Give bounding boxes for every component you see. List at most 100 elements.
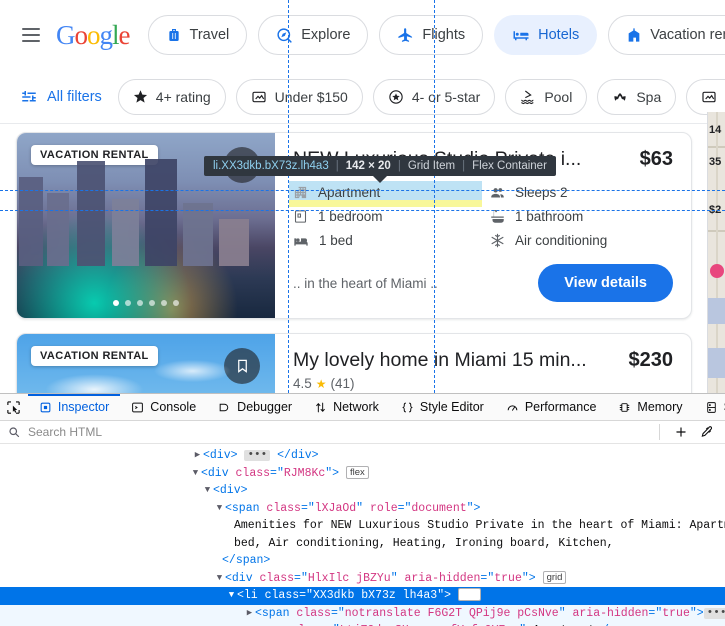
people-icon (490, 185, 505, 200)
markup-line[interactable]: </span> (0, 552, 725, 570)
collapse-arrow-icon[interactable]: ▼ (214, 500, 225, 518)
tag-name: li (244, 589, 258, 602)
amenity-air-conditioning: Air conditioning (490, 231, 673, 250)
filter-chip-label: 4+ rating (156, 89, 211, 105)
markup-line[interactable]: ▼<span class="lXJaOd" role="document"> (0, 500, 725, 518)
tag-name: span (232, 502, 260, 515)
save-listing-button[interactable] (224, 348, 260, 384)
attribute-name: class (236, 467, 271, 480)
tab-storage[interactable]: Storage (694, 394, 725, 420)
main-menu-icon[interactable] (12, 16, 50, 54)
network-icon (314, 401, 327, 414)
markup-line[interactable]: ▶<span class="notranslate F6G2T QPij9e p… (0, 605, 725, 623)
photo-carousel-dots[interactable] (17, 300, 275, 306)
text-content: bed, Air conditioning, Heating, Ironing … (234, 537, 614, 550)
filter-chip-spa[interactable]: Spa (597, 79, 676, 115)
google-logo[interactable]: Google (56, 20, 130, 51)
tab-memory[interactable]: Memory (607, 394, 693, 420)
storage-icon (705, 401, 718, 414)
filter-chip-price-range[interactable]: Price (686, 79, 725, 115)
markup-line[interactable]: ▼<div> (0, 482, 725, 500)
html-markup-tree[interactable]: ▶<div> ••• </div> ▼<div class="RJM8Kc"> … (0, 444, 725, 626)
amenity-bedrooms: 1 bedroom (293, 207, 476, 226)
amenity-sleeps: Sleeps 2 (490, 183, 673, 202)
amenity-label: 1 bed (319, 233, 353, 248)
grid-badge[interactable]: grid (543, 571, 567, 584)
infobar-arrow (373, 176, 387, 183)
map-price-label: 35 (709, 156, 721, 168)
markup-line-selected[interactable]: ▼<li class="XX3dkb bX73z lh4a3"> flex (0, 587, 725, 605)
plus-icon[interactable] (671, 422, 691, 442)
collapsed-children-icon[interactable]: ••• (704, 608, 725, 619)
flex-badge[interactable]: flex (458, 588, 481, 601)
collapse-arrow-icon[interactable]: ▼ (190, 465, 201, 483)
amenity-label: Sleeps 2 (515, 185, 568, 200)
nav-chip-group: Travel Explore Flights Hotels Vacation r… (148, 15, 725, 55)
tab-network[interactable]: Network (303, 394, 390, 420)
collapse-arrow-icon[interactable]: ▼ (226, 587, 237, 605)
tab-style-editor[interactable]: Style Editor (390, 394, 495, 420)
listing-title[interactable]: My lovely home in Miami 15 min... (293, 348, 587, 372)
filter-chip-pool[interactable]: Pool (505, 79, 587, 115)
listing-photo[interactable]: VACATION RENTAL (17, 334, 275, 393)
attribute-name: class (265, 589, 300, 602)
map-marker-pin[interactable] (710, 264, 724, 278)
view-details-button[interactable]: View details (538, 264, 673, 302)
filter-bar: All filters 4+ rating Under $150 4- or 5… (0, 70, 725, 124)
map-price-label: $2 (709, 204, 721, 216)
filter-chip-rating[interactable]: 4+ rating (118, 79, 226, 115)
nav-chip-explore[interactable]: Explore (258, 15, 368, 55)
search-input[interactable] (26, 424, 648, 440)
markup-line[interactable]: ▶<div> ••• </div> (0, 447, 725, 465)
markup-text-node[interactable]: bed, Air conditioning, Heating, Ironing … (0, 535, 725, 553)
bookmark-icon (235, 357, 250, 375)
search-icon (8, 426, 20, 438)
tab-console[interactable]: Console (120, 394, 207, 420)
filter-chip-hotel-class[interactable]: 4- or 5-star (373, 79, 495, 115)
tab-inspector[interactable]: Inspector (28, 394, 120, 420)
filter-chip-label: Under $150 (275, 89, 348, 105)
flex-badge[interactable]: flex (346, 466, 369, 479)
infobar-dimensions: 142 × 20 (346, 160, 391, 172)
markup-line[interactable]: ▼<div class="RJM8Kc"> flex (0, 465, 725, 483)
all-filters-button[interactable]: All filters (20, 88, 102, 106)
collapsed-children-icon[interactable]: ••• (244, 450, 270, 461)
listing-type-badge: VACATION RENTAL (31, 346, 158, 366)
nav-chip-label: Vacation rentals (650, 27, 725, 43)
listing-type-badge: VACATION RENTAL (31, 145, 158, 165)
vacation-rental-icon (626, 26, 642, 44)
devtools-toolbar: Inspector Console Debugger Network Style… (0, 394, 725, 421)
amenities-grid: Apartment Sleeps 2 1 bedroom 1 bathroom (293, 183, 673, 250)
expand-arrow-icon[interactable]: ▶ (192, 447, 203, 465)
collapse-arrow-icon[interactable]: ▼ (214, 570, 225, 588)
filter-chip-label: 4- or 5-star (412, 89, 480, 105)
attribute-name: class (296, 607, 331, 620)
tab-performance[interactable]: Performance (495, 394, 608, 420)
nav-chip-hotels[interactable]: Hotels (494, 15, 597, 55)
markup-text-node[interactable]: Amenities for NEW Luxurious Studio Priva… (0, 517, 725, 535)
google-travel-topnav: Google Travel Explore Flights Hotels Vac… (0, 0, 725, 70)
markup-line[interactable]: <span class="LtjZ2d sSHqwe ogfYpf QYEgn"… (0, 622, 725, 626)
tab-label: Style Editor (420, 400, 484, 414)
nav-chip-travel[interactable]: Travel (148, 15, 248, 55)
filter-chip-price[interactable]: Under $150 (236, 79, 363, 115)
collapse-arrow-icon[interactable]: ▼ (202, 482, 213, 500)
eyedropper-icon[interactable] (697, 422, 717, 442)
map-panel[interactable]: 14 35 $2 (707, 112, 725, 393)
expand-arrow-icon[interactable]: ▶ (244, 605, 255, 623)
attribute-value: XX3dkb bX73z lh4a3 (313, 589, 437, 602)
markup-line[interactable]: ▼<div class="HlxIlc jBZYu" aria-hidden="… (0, 570, 725, 588)
tab-debugger[interactable]: Debugger (207, 394, 303, 420)
inspector-infobar: li.XX3dkb.bX73z.lh4a3 | 142 × 20 | Grid … (204, 156, 556, 176)
flight-icon (397, 27, 414, 44)
amenity-label: 1 bedroom (318, 209, 383, 224)
element-picker-icon[interactable] (0, 394, 28, 420)
nav-chip-flights[interactable]: Flights (379, 15, 483, 55)
toolbar-divider (659, 424, 660, 440)
tag-name: div (210, 449, 231, 462)
attribute-name: aria-hidden (405, 572, 481, 585)
nav-chip-vacation-rentals[interactable]: Vacation rentals (608, 15, 725, 55)
listing-details: My lovely home in Miami 15 min... $230 4… (275, 334, 691, 393)
listing-card[interactable]: VACATION RENTAL My lovely home in Miami … (16, 333, 692, 393)
nav-chip-label: Travel (190, 27, 230, 43)
